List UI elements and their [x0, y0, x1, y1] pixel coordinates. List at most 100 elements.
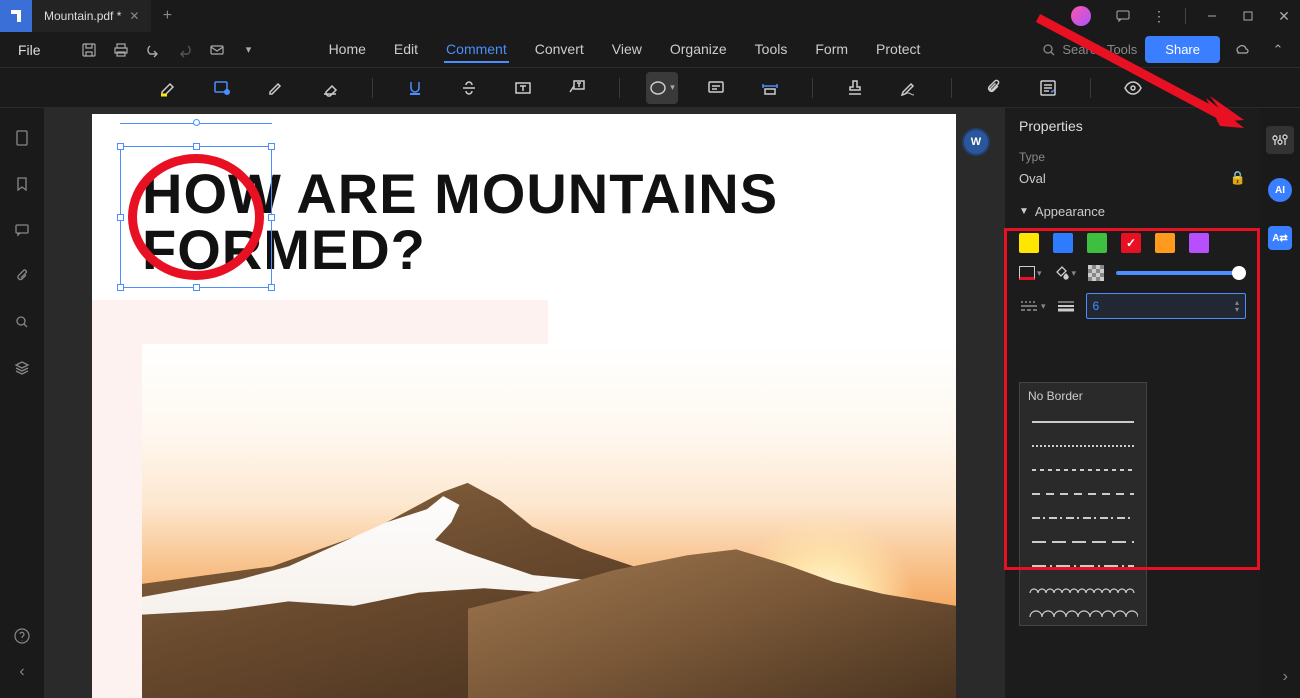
width-down-icon[interactable]: ▾ [1235, 306, 1239, 313]
user-avatar[interactable] [1071, 6, 1091, 26]
ribbon-tabs: Home Edit Comment Convert View Organize … [327, 37, 923, 63]
properties-title: Properties [1005, 108, 1260, 144]
menu-bar: File ▾ Home Edit Comment Convert View Or… [0, 32, 1300, 68]
callout-tool[interactable] [561, 72, 593, 104]
oval-tool[interactable]: ▾ [646, 72, 678, 104]
collapse-ribbon-icon[interactable]: ⌃ [1264, 36, 1292, 64]
email-icon[interactable] [203, 36, 231, 64]
line-style-dropdown[interactable]: ▾ [1019, 299, 1046, 313]
redo-icon[interactable] [171, 36, 199, 64]
save-icon[interactable] [75, 36, 103, 64]
cloud-sync-icon[interactable] [1228, 36, 1256, 64]
fill-color-dropdown[interactable]: ▾ [1054, 265, 1077, 281]
layers-icon[interactable] [12, 358, 32, 378]
maximize-button[interactable] [1232, 0, 1264, 32]
type-value: Oval [1019, 171, 1046, 186]
close-window-button[interactable]: ✕ [1268, 0, 1300, 32]
word-export-badge[interactable]: W [962, 128, 990, 156]
properties-panel: Properties Type Oval 🔒 ▼ Appearance ▾ ▾ … [1004, 108, 1260, 698]
document-canvas[interactable]: HOW ARE MOUNTAINS FORMED? W [44, 108, 1004, 698]
swatch-purple[interactable] [1189, 233, 1209, 253]
line-style-dotted[interactable] [1020, 433, 1146, 457]
area-highlight-tool[interactable] [206, 72, 238, 104]
line-style-cloud-tight[interactable] [1020, 577, 1146, 601]
properties-toggle-icon[interactable] [1266, 126, 1294, 154]
strikethrough-tool[interactable] [453, 72, 485, 104]
swatch-yellow[interactable] [1019, 233, 1039, 253]
tab-convert[interactable]: Convert [533, 37, 586, 63]
line-style-solid[interactable] [1020, 409, 1146, 433]
mountain-photo [142, 344, 956, 698]
ai-assistant-icon[interactable]: AI [1268, 178, 1292, 202]
pencil-tool[interactable] [260, 72, 292, 104]
highlighter-tool[interactable] [152, 72, 184, 104]
help-icon[interactable] [12, 626, 32, 646]
lock-icon[interactable]: 🔒 [1230, 170, 1246, 186]
line-style-long-dash-dot[interactable] [1020, 553, 1146, 577]
close-tab-icon[interactable]: ✕ [129, 9, 139, 23]
hide-comments-tool[interactable] [1117, 72, 1149, 104]
next-page-icon[interactable]: › [1283, 668, 1288, 686]
line-style-long-dash[interactable] [1020, 529, 1146, 553]
appearance-section-toggle[interactable]: ▼ Appearance [1005, 196, 1260, 227]
color-swatches [1005, 227, 1260, 259]
border-width-value: 6 [1093, 299, 1100, 313]
search-placeholder: Search Tools [1062, 42, 1137, 57]
type-label: Type [1005, 144, 1260, 170]
search-panel-icon[interactable] [12, 312, 32, 332]
comments-panel-icon[interactable] [12, 220, 32, 240]
checklist-tool[interactable] [1032, 72, 1064, 104]
tab-protect[interactable]: Protect [874, 37, 922, 63]
line-style-dashed-small[interactable] [1020, 457, 1146, 481]
line-style-dash-dot[interactable] [1020, 505, 1146, 529]
comment-toolbar: ▾ [0, 68, 1300, 108]
attachments-panel-icon[interactable] [12, 266, 32, 286]
tab-edit[interactable]: Edit [392, 37, 420, 63]
swatch-green[interactable] [1087, 233, 1107, 253]
text-box-tool[interactable] [507, 72, 539, 104]
swatch-red[interactable] [1121, 233, 1141, 253]
opacity-slider[interactable] [1116, 271, 1246, 275]
thumbnails-icon[interactable] [12, 128, 32, 148]
undo-icon[interactable] [139, 36, 167, 64]
line-weight-icon[interactable] [1056, 299, 1076, 313]
border-width-input[interactable]: 6 ▴▾ [1086, 293, 1246, 319]
new-tab-button[interactable]: + [151, 7, 183, 25]
swatch-orange[interactable] [1155, 233, 1175, 253]
line-style-dashed-medium[interactable] [1020, 481, 1146, 505]
underline-tool[interactable] [399, 72, 431, 104]
right-sidebar: AI A⇄ › [1260, 108, 1300, 698]
file-menu[interactable]: File [8, 38, 51, 62]
print-icon[interactable] [107, 36, 135, 64]
tab-view[interactable]: View [610, 37, 644, 63]
prev-page-icon[interactable]: ‹ [12, 662, 32, 682]
line-style-menu: No Border [1019, 382, 1147, 626]
stamp-tool[interactable] [839, 72, 871, 104]
bookmarks-icon[interactable] [12, 174, 32, 194]
signature-tool[interactable] [893, 72, 925, 104]
share-button[interactable]: Share [1145, 36, 1220, 63]
measure-tool[interactable] [754, 72, 786, 104]
swatch-blue[interactable] [1053, 233, 1073, 253]
tab-form[interactable]: Form [813, 37, 850, 63]
minimize-button[interactable] [1196, 0, 1228, 32]
tab-tools[interactable]: Tools [753, 37, 790, 63]
quick-dropdown-icon[interactable]: ▾ [235, 36, 263, 64]
note-tool[interactable] [700, 72, 732, 104]
line-style-cloud-loose[interactable] [1020, 601, 1146, 625]
attachment-tool[interactable] [978, 72, 1010, 104]
translate-icon[interactable]: A⇄ [1268, 226, 1292, 250]
eraser-tool[interactable] [314, 72, 346, 104]
border-color-dropdown[interactable]: ▾ [1019, 266, 1042, 280]
search-tools[interactable]: Search Tools [1042, 42, 1137, 57]
tab-comment[interactable]: Comment [444, 37, 509, 63]
appearance-label: Appearance [1035, 204, 1105, 219]
title-bar: Mountain.pdf * ✕ + ⋮ ✕ [0, 0, 1300, 32]
feedback-icon[interactable] [1107, 0, 1139, 32]
more-icon[interactable]: ⋮ [1143, 0, 1175, 32]
tab-home[interactable]: Home [327, 37, 368, 63]
selection-frame[interactable] [120, 146, 272, 288]
line-style-no-border[interactable]: No Border [1020, 383, 1146, 409]
tab-organize[interactable]: Organize [668, 37, 729, 63]
document-tab[interactable]: Mountain.pdf * ✕ [32, 0, 151, 32]
